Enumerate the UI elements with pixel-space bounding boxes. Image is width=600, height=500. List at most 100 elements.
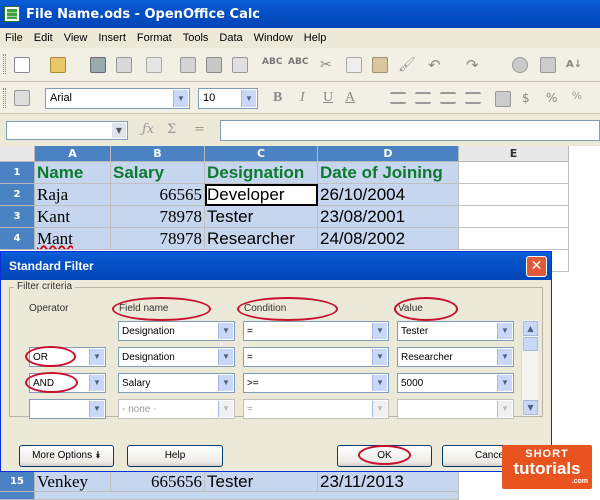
print-icon[interactable] bbox=[206, 57, 222, 73]
value-select-2[interactable]: Researcher ▼ bbox=[397, 347, 514, 367]
underline-icon[interactable]: U bbox=[323, 90, 333, 106]
row-header[interactable] bbox=[0, 492, 35, 500]
cell[interactable]: Name bbox=[35, 162, 111, 184]
cell[interactable]: Mant bbox=[35, 228, 111, 250]
close-icon[interactable]: ✕ bbox=[526, 256, 547, 277]
cell[interactable]: Kant bbox=[35, 206, 111, 228]
scroll-thumb[interactable] bbox=[523, 337, 538, 351]
menu-tools[interactable]: Tools bbox=[178, 32, 215, 44]
active-cell[interactable]: Developer bbox=[205, 184, 318, 206]
hyperlink-icon[interactable] bbox=[512, 57, 528, 73]
formula-input[interactable] bbox=[220, 120, 600, 141]
new-document-icon[interactable] bbox=[14, 57, 30, 73]
justify-icon[interactable] bbox=[465, 92, 481, 104]
menu-format[interactable]: Format bbox=[132, 32, 178, 44]
italic-icon[interactable]: I bbox=[300, 90, 305, 106]
value-select-1[interactable]: Tester ▼ bbox=[397, 321, 514, 341]
scroll-up-icon[interactable]: ▲ bbox=[523, 321, 538, 336]
cell[interactable] bbox=[459, 184, 569, 206]
scroll-down-icon[interactable]: ▼ bbox=[523, 400, 538, 415]
menu-data[interactable]: Data bbox=[214, 32, 248, 44]
menu-file[interactable]: File bbox=[0, 32, 29, 44]
cell[interactable]: Raja bbox=[35, 184, 111, 206]
bold-icon[interactable]: B bbox=[273, 90, 282, 106]
table-icon[interactable] bbox=[540, 57, 556, 73]
save-icon[interactable] bbox=[90, 57, 106, 73]
menu-view[interactable]: View bbox=[59, 32, 94, 44]
row-header[interactable]: 15 bbox=[0, 472, 35, 492]
condition-select-4[interactable]: = ▼ bbox=[243, 399, 389, 419]
align-center-icon[interactable] bbox=[415, 92, 431, 104]
cell[interactable]: 665656 bbox=[111, 472, 205, 492]
cell[interactable]: Date of Joining bbox=[318, 162, 459, 184]
equals-icon[interactable]: = bbox=[194, 122, 205, 137]
more-options-button[interactable]: More Options ⯯ bbox=[19, 445, 114, 467]
value-select-4[interactable]: ▼ bbox=[397, 399, 514, 419]
cell[interactable]: Salary bbox=[111, 162, 205, 184]
condition-select-1[interactable]: = ▼ bbox=[243, 321, 389, 341]
cell[interactable]: 24/08/2002 bbox=[318, 228, 459, 250]
condition-select-3[interactable]: >= ▼ bbox=[243, 373, 389, 393]
cell[interactable]: Researcher bbox=[205, 228, 318, 250]
row-header[interactable]: 3 bbox=[0, 206, 35, 228]
cut-icon[interactable]: ✂ bbox=[320, 57, 336, 73]
align-right-icon[interactable] bbox=[440, 92, 456, 104]
font-size-select[interactable]: 10 ▼ bbox=[198, 88, 258, 109]
redo-icon[interactable]: ↷ bbox=[466, 57, 482, 73]
menu-help[interactable]: Help bbox=[299, 32, 333, 44]
styles-icon[interactable] bbox=[14, 90, 30, 106]
decimal-icon[interactable]: ⁰⁄₀ bbox=[572, 91, 588, 107]
cell[interactable]: 23/08/2001 bbox=[318, 206, 459, 228]
paste-icon[interactable] bbox=[372, 57, 388, 73]
toolbar-grip[interactable] bbox=[3, 88, 6, 108]
page-preview-icon[interactable] bbox=[232, 57, 248, 73]
sort-ascending-icon[interactable]: A↓ bbox=[566, 57, 582, 73]
cell[interactable]: Tester bbox=[205, 472, 318, 492]
condition-select-2[interactable]: = ▼ bbox=[243, 347, 389, 367]
cell[interactable] bbox=[459, 228, 569, 250]
cell[interactable]: 78978 bbox=[111, 206, 205, 228]
row-header[interactable]: 1 bbox=[0, 162, 35, 184]
toolbar-grip[interactable] bbox=[3, 54, 6, 74]
cell[interactable]: 23/11/2013 bbox=[318, 472, 459, 492]
autospellcheck-icon[interactable]: ABC bbox=[288, 57, 308, 73]
currency-icon[interactable]: $ bbox=[522, 91, 538, 107]
copy-icon[interactable] bbox=[346, 57, 362, 73]
criteria-scrollbar[interactable]: ▲ ▼ bbox=[521, 320, 538, 416]
column-header-a[interactable]: A bbox=[35, 146, 111, 162]
row-header[interactable]: 2 bbox=[0, 184, 35, 206]
row-header[interactable]: 4 bbox=[0, 228, 35, 250]
format-paintbrush-icon[interactable]: 🖌 bbox=[398, 57, 416, 73]
export-pdf-icon[interactable] bbox=[180, 57, 196, 73]
cell[interactable]: Venkey bbox=[35, 472, 111, 492]
column-header-e[interactable]: E bbox=[459, 146, 569, 162]
cell[interactable]: Tester bbox=[205, 206, 318, 228]
column-header-c[interactable]: C bbox=[205, 146, 318, 162]
field-name-select-1[interactable]: Designation ▼ bbox=[118, 321, 235, 341]
cell[interactable]: Designation bbox=[205, 162, 318, 184]
undo-icon[interactable]: ↶ bbox=[428, 57, 444, 73]
column-header-d[interactable]: D bbox=[318, 146, 459, 162]
merge-cells-icon[interactable] bbox=[495, 91, 511, 107]
field-name-select-2[interactable]: Designation ▼ bbox=[118, 347, 235, 367]
menu-window[interactable]: Window bbox=[249, 32, 299, 44]
column-header-b[interactable]: B bbox=[111, 146, 205, 162]
sum-icon[interactable]: Σ bbox=[167, 122, 176, 137]
field-name-select-4[interactable]: - none - ▼ bbox=[118, 399, 235, 419]
align-left-icon[interactable] bbox=[390, 92, 406, 104]
select-all-corner[interactable] bbox=[0, 146, 35, 162]
open-folder-icon[interactable] bbox=[50, 57, 66, 73]
cell[interactable] bbox=[459, 162, 569, 184]
menu-insert[interactable]: Insert bbox=[93, 32, 132, 44]
cell[interactable]: 66565 bbox=[111, 184, 205, 206]
font-name-select[interactable]: Arial ▼ bbox=[45, 88, 190, 109]
help-button[interactable]: Help bbox=[127, 445, 223, 467]
name-box[interactable]: ▼ bbox=[6, 121, 128, 140]
edit-file-icon[interactable] bbox=[146, 57, 162, 73]
field-name-select-3[interactable]: Salary ▼ bbox=[118, 373, 235, 393]
function-wizard-icon[interactable]: ƒx bbox=[142, 122, 154, 137]
menu-edit[interactable]: Edit bbox=[29, 32, 59, 44]
font-color-icon[interactable]: A bbox=[345, 90, 355, 106]
cell[interactable]: 78978 bbox=[111, 228, 205, 250]
cell[interactable] bbox=[35, 492, 459, 500]
